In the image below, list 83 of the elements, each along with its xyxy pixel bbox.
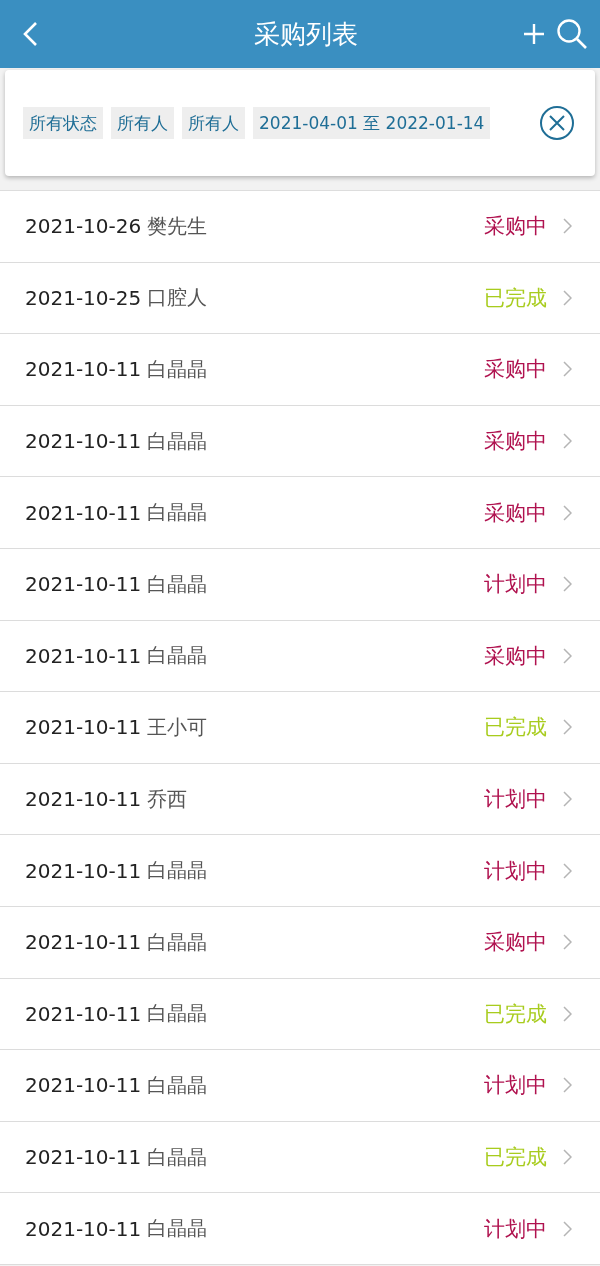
order-row[interactable]: 2021-10-11 白晶晶 已完成: [0, 978, 600, 1051]
order-row[interactable]: 2021-10-11 白晶晶 计划中: [0, 1050, 600, 1122]
order-status: 采购中: [484, 428, 547, 456]
order-row[interactable]: 2021-10-11 白晶晶 计划中: [0, 835, 600, 907]
filter-tag[interactable]: 2021-04-01 至 2022-01-14: [253, 107, 491, 139]
chevron-right-icon: [563, 504, 572, 521]
order-row[interactable]: 2021-10-11 白晶晶 计划中: [0, 548, 600, 621]
chevron-right-icon: [563, 719, 572, 736]
chevron-right-icon: [563, 433, 572, 450]
order-person: 樊先生: [147, 212, 209, 240]
chevron-right-icon: [563, 1149, 572, 1165]
order-person: 白晶晶: [147, 1071, 209, 1099]
order-row[interactable]: 2021-10-11 白晶晶 采购中: [0, 620, 600, 693]
chevron-right-icon: [563, 1005, 572, 1022]
order-date: 2021-10-11: [25, 1216, 142, 1241]
order-date: 2021-10-11: [25, 643, 142, 668]
order-date: 2021-10-11: [25, 500, 142, 525]
order-row[interactable]: 2021-10-11 白晶晶 采购中: [0, 334, 600, 406]
filter-tag[interactable]: 所有状态: [23, 107, 103, 139]
order-status: 计划中: [484, 1215, 547, 1243]
order-row[interactable]: 2021-10-11 白晶晶 采购中: [0, 477, 600, 549]
order-row[interactable]: 2021-10-25 口腔人 已完成: [0, 262, 600, 335]
chevron-right-icon: [563, 1220, 572, 1237]
order-status: 计划中: [484, 571, 547, 599]
order-person: 白晶晶: [147, 1143, 209, 1171]
chevron-right-icon: [563, 934, 572, 951]
chevron-right-icon: [563, 576, 572, 593]
order-status: 计划中: [484, 1072, 547, 1100]
order-status: 采购中: [484, 213, 547, 241]
order-row[interactable]: 2021-10-26 樊先生 采购中: [0, 191, 600, 263]
order-date: 2021-10-11: [25, 1001, 142, 1026]
order-date: 2021-10-11: [25, 715, 142, 740]
order-person: 乔西: [147, 785, 189, 813]
chevron-right-icon: [563, 1077, 572, 1094]
order-date: 2021-10-11: [25, 787, 142, 812]
order-row[interactable]: 2021-10-11 白晶晶 采购中: [0, 906, 600, 979]
filter-tag[interactable]: 所有人: [182, 107, 245, 139]
order-person: 白晶晶: [147, 857, 209, 885]
order-status: 已完成: [484, 1000, 547, 1028]
order-row[interactable]: 2021-10-11 王小可 已完成: [0, 692, 600, 764]
search-button[interactable]: [556, 18, 588, 50]
order-date: 2021-10-11: [25, 930, 142, 955]
add-button[interactable]: [522, 22, 546, 46]
order-person: 白晶晶: [147, 499, 209, 527]
order-person: 口腔人: [147, 284, 209, 312]
order-status: 计划中: [484, 786, 547, 814]
order-person: 白晶晶: [147, 1215, 209, 1243]
chevron-right-icon: [563, 218, 572, 235]
order-date: 2021-10-25: [25, 285, 142, 310]
order-row[interactable]: 2021-10-11 白晶晶 已完成: [0, 1121, 600, 1194]
order-date: 2021-10-11: [25, 572, 142, 597]
chevron-right-icon: [563, 862, 572, 879]
order-person: 白晶晶: [147, 427, 209, 455]
order-date: 2021-10-11: [25, 1073, 142, 1098]
order-row[interactable]: 2021-10-11 白晶晶 采购中: [0, 405, 600, 478]
filter-tag[interactable]: 所有人: [111, 107, 174, 139]
page-title: 采购列表: [253, 17, 359, 51]
chevron-right-icon: [563, 647, 572, 664]
order-status: 已完成: [484, 714, 547, 742]
order-status: 采购中: [484, 499, 547, 527]
chevron-right-icon: [563, 361, 572, 378]
order-status: 计划中: [484, 857, 547, 885]
order-row[interactable]: 2021-10-11 乔西 计划中: [0, 763, 600, 836]
order-person: 白晶晶: [147, 356, 209, 383]
order-person: 王小可: [147, 713, 209, 741]
order-date: 2021-10-26: [25, 214, 142, 239]
order-date: 2021-10-11: [25, 858, 142, 883]
order-row[interactable]: 2021-10-11 白晶晶 计划中: [0, 1193, 600, 1265]
order-status: 已完成: [484, 1144, 547, 1171]
order-person: 白晶晶: [147, 1000, 209, 1028]
order-person: 白晶晶: [147, 642, 209, 670]
order-status: 已完成: [484, 284, 547, 312]
order-status: 采购中: [484, 929, 547, 957]
order-person: 白晶晶: [147, 928, 209, 956]
chevron-right-icon: [563, 289, 572, 306]
order-date: 2021-10-11: [25, 1145, 142, 1169]
chevron-right-icon: [563, 791, 572, 808]
order-date: 2021-10-11: [25, 357, 142, 382]
order-status: 采购中: [484, 356, 547, 384]
order-status: 采购中: [484, 642, 547, 670]
order-person: 白晶晶: [147, 570, 209, 598]
clear-filters-button[interactable]: [539, 105, 575, 141]
order-date: 2021-10-11: [25, 429, 142, 454]
